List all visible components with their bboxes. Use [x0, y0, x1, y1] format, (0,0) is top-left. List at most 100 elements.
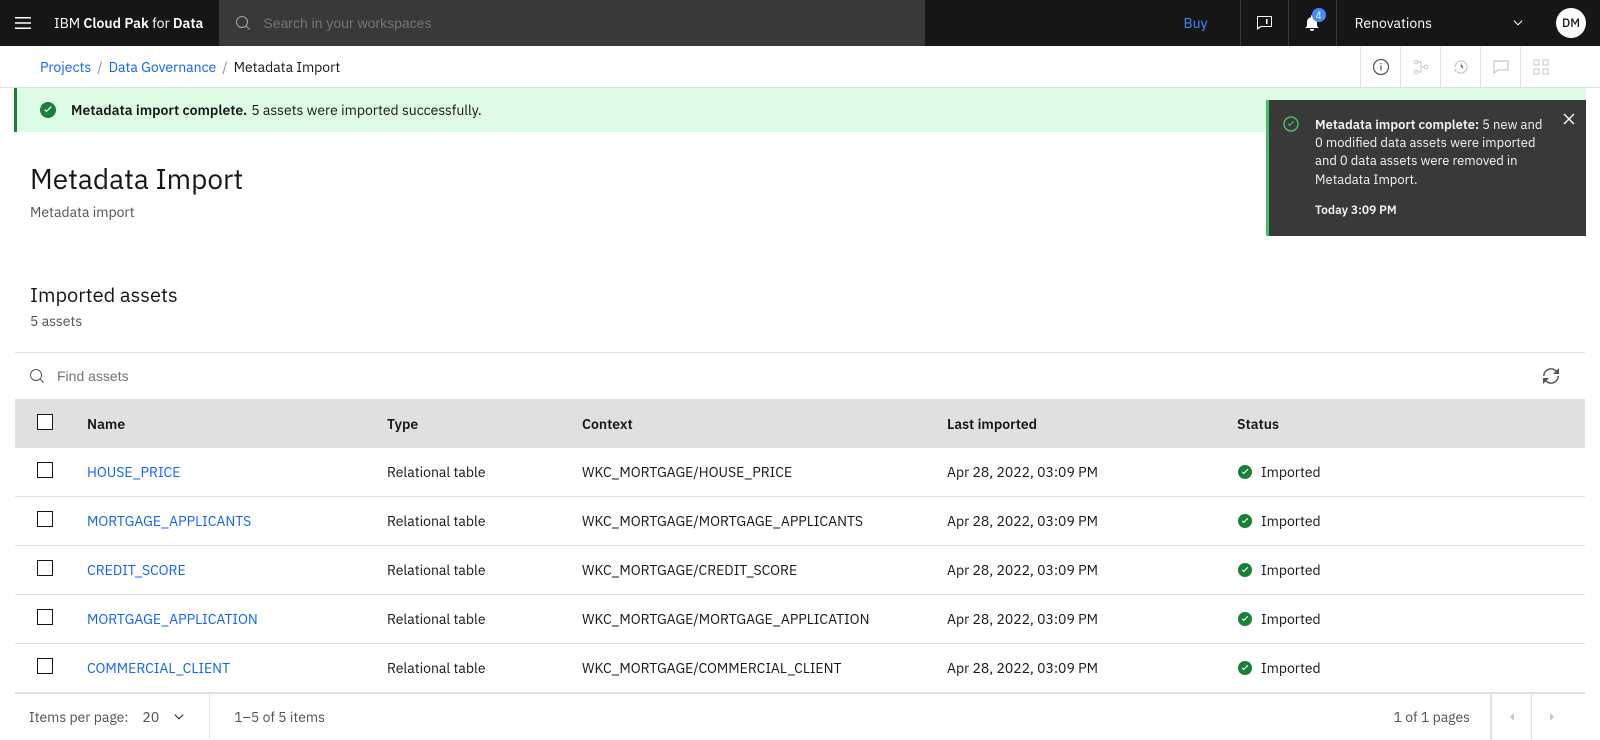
breadcrumb-separator: / — [97, 58, 102, 76]
asset-status: Imported — [1237, 659, 1573, 677]
table-row: MORTGAGE_APPLICANTSRelational tableWKC_M… — [15, 497, 1585, 546]
chevron-down-icon — [173, 711, 185, 723]
breadcrumb-item[interactable]: Projects — [40, 58, 91, 76]
grid-button[interactable] — [1520, 47, 1560, 87]
ipp-label: Items per page: — [29, 708, 128, 726]
next-page-button[interactable] — [1531, 694, 1571, 740]
toast-time: Today 3:09 PM — [1315, 203, 1546, 220]
row-checkbox[interactable] — [37, 609, 53, 625]
brand-mid: for — [149, 14, 173, 32]
asset-name-link[interactable]: CREDIT_SCORE — [75, 546, 375, 595]
asset-last-imported: Apr 28, 2022, 03:09 PM — [935, 595, 1225, 644]
buy-link[interactable]: Buy — [1152, 14, 1240, 32]
history-icon — [1452, 58, 1470, 76]
row-checkbox[interactable] — [37, 560, 53, 576]
info-button[interactable] — [1360, 47, 1400, 87]
row-checkbox[interactable] — [37, 462, 53, 478]
check-circle-icon — [1237, 464, 1253, 480]
hamburger-icon — [14, 14, 32, 32]
assets-table: Name Type Context Last imported Status H… — [15, 400, 1585, 693]
row-checkbox[interactable] — [37, 511, 53, 527]
asset-type: Relational table — [375, 497, 570, 546]
check-circle-icon — [39, 101, 57, 119]
table-row: CREDIT_SCORERelational tableWKC_MORTGAGE… — [15, 546, 1585, 595]
table-row: HOUSE_PRICERelational tableWKC_MORTGAGE/… — [15, 448, 1585, 497]
caret-left-icon — [1507, 712, 1517, 722]
asset-name-link[interactable]: MORTGAGE_APPLICANTS — [75, 497, 375, 546]
breadcrumb-item[interactable]: Data Governance — [109, 58, 217, 76]
caret-right-icon — [1547, 712, 1557, 722]
asset-last-imported: Apr 28, 2022, 03:09 PM — [935, 497, 1225, 546]
refresh-icon — [1543, 368, 1559, 384]
table-toolbar — [15, 352, 1585, 400]
section-title: Imported assets — [30, 281, 1570, 308]
section-count: 5 assets — [30, 312, 1570, 330]
search-icon — [29, 368, 45, 384]
chat-icon — [1255, 14, 1273, 32]
flow-icon — [1412, 58, 1430, 76]
search-input[interactable] — [263, 15, 909, 31]
asset-type: Relational table — [375, 546, 570, 595]
asset-status: Imported — [1237, 463, 1573, 481]
prev-page-button[interactable] — [1491, 694, 1531, 740]
hamburger-button[interactable] — [0, 0, 46, 46]
toast-close-button[interactable] — [1562, 112, 1576, 131]
top-bar: IBM Cloud Pak for Data Buy 4 Renovations… — [0, 0, 1600, 46]
banner-text: 5 assets were imported successfully. — [251, 101, 482, 119]
banner-bold: Metadata import complete. — [71, 101, 251, 119]
avatar[interactable]: DM — [1556, 8, 1586, 38]
check-circle-icon — [1237, 611, 1253, 627]
asset-context: WKC_MORTGAGE/CREDIT_SCORE — [570, 546, 935, 595]
asset-last-imported: Apr 28, 2022, 03:09 PM — [935, 546, 1225, 595]
column-type: Type — [375, 400, 570, 448]
refresh-button[interactable] — [1531, 356, 1571, 396]
flow-button[interactable] — [1400, 47, 1440, 87]
pagination-range: 1–5 of 5 items — [210, 708, 349, 726]
table-row: MORTGAGE_APPLICATIONRelational tableWKC_… — [15, 595, 1585, 644]
asset-last-imported: Apr 28, 2022, 03:09 PM — [935, 448, 1225, 497]
brand-pre: IBM — [54, 14, 83, 32]
page-subtitle: Metadata import — [30, 203, 243, 221]
grid-icon — [1532, 58, 1550, 76]
page-info: 1 of 1 pages — [1394, 694, 1491, 739]
asset-name-link[interactable]: MORTGAGE_APPLICATION — [75, 595, 375, 644]
check-circle-icon — [1237, 513, 1253, 529]
find-assets-input[interactable] — [57, 368, 1531, 384]
asset-status: Imported — [1237, 561, 1573, 579]
toast-notification: Metadata import complete: 5 new and 0 mo… — [1266, 100, 1586, 236]
row-checkbox[interactable] — [37, 658, 53, 674]
chat-button[interactable] — [1240, 0, 1288, 46]
check-circle-icon — [1237, 660, 1253, 676]
notifications-button[interactable]: 4 — [1288, 0, 1336, 46]
search-icon — [235, 15, 251, 31]
imported-assets-section: Imported assets 5 assets — [0, 231, 1600, 330]
brand-suffix: Data — [173, 14, 203, 32]
select-all-checkbox[interactable] — [37, 414, 53, 430]
column-context: Context — [570, 400, 935, 448]
table-wrap: Name Type Context Last imported Status H… — [15, 352, 1585, 739]
notification-badge: 4 — [1312, 8, 1326, 22]
breadcrumb-separator: / — [222, 58, 227, 76]
asset-name-link[interactable]: HOUSE_PRICE — [75, 448, 375, 497]
comment-icon — [1492, 58, 1510, 76]
asset-name-link[interactable]: COMMERCIAL_CLIENT — [75, 644, 375, 693]
column-last: Last imported — [935, 400, 1225, 448]
sub-header: Projects / Data Governance / Metadata Import — [0, 46, 1600, 88]
history-button[interactable] — [1440, 47, 1480, 87]
breadcrumb-item: Metadata Import — [234, 58, 341, 76]
chevron-down-icon — [1512, 17, 1524, 29]
page-title: Metadata Import — [30, 160, 243, 197]
items-per-page[interactable]: Items per page: 20 — [29, 694, 210, 739]
subheader-actions — [1360, 47, 1560, 87]
comment-button[interactable] — [1480, 47, 1520, 87]
asset-type: Relational table — [375, 448, 570, 497]
close-icon — [1562, 112, 1576, 126]
check-circle-icon — [1237, 562, 1253, 578]
toast-bold: Metadata import complete: — [1315, 116, 1479, 133]
asset-context: WKC_MORTGAGE/MORTGAGE_APPLICANTS — [570, 497, 935, 546]
workspace-label: Renovations — [1355, 14, 1432, 32]
workspace-dropdown[interactable]: Renovations — [1336, 0, 1542, 46]
top-bar-right: Buy 4 Renovations DM — [1152, 0, 1600, 46]
asset-last-imported: Apr 28, 2022, 03:09 PM — [935, 644, 1225, 693]
column-status: Status — [1225, 400, 1585, 448]
